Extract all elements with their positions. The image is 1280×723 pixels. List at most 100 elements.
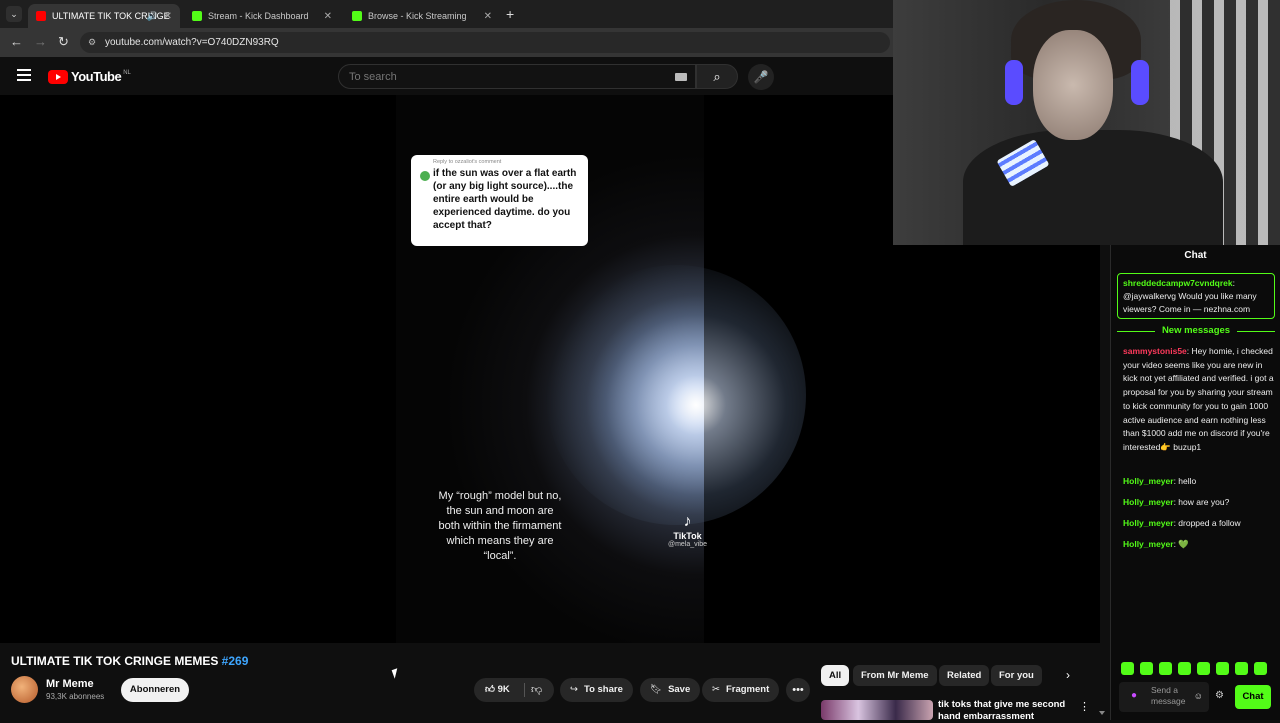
subscribe-button[interactable]: Abonneren [121,678,189,702]
chat-username[interactable]: sammystonis5e [1123,346,1187,356]
close-tab-icon[interactable]: ✕ [164,11,172,22]
emote-icon[interactable] [1197,662,1210,675]
reload-icon[interactable]: ↻ [58,34,69,50]
site-info-icon[interactable]: ⚙ [88,32,96,53]
emote-icon[interactable] [1235,662,1248,675]
thumbs-up-icon: 👍︎ [485,684,495,695]
search-button[interactable]: ⌕ [696,64,738,89]
chevron-right-icon[interactable]: › [1066,668,1070,682]
emoji-picker-icon[interactable]: ☺ [1194,691,1203,702]
channel-name[interactable]: Mr Meme [46,678,104,690]
kick-favicon-icon [352,11,362,21]
new-tab-plus-icon[interactable]: + [506,6,514,22]
tab-search-chevron-icon[interactable]: ⌄ [6,6,22,22]
youtube-play-icon [48,69,68,84]
chat-username[interactable]: shreddedcampw7cvndqrek [1123,278,1233,288]
like-divider [524,683,525,697]
chat-message: sammystonis5e: Hey homie, i checked your… [1123,346,1274,452]
webcam-overlay [893,0,1280,245]
chat-message-text: dropped a follow [1178,518,1241,528]
forward-arrow-icon[interactable]: → [34,34,47,49]
emote-icon[interactable] [1121,662,1134,675]
tab-youtube[interactable]: ULTIMATE TIK TOK CRINGE 🔊 ✕ [28,4,180,28]
share-button[interactable]: ↪ To share [560,678,633,702]
chat-username[interactable]: Holly_meyer [1123,497,1174,507]
hamburger-menu-icon[interactable] [17,69,31,84]
dislike-button[interactable]: 👎︎ [531,678,542,702]
tiktok-label: TikTok [673,531,702,541]
chat-message: Holly_meyer: how are you? [1123,497,1230,507]
search-input[interactable] [339,65,639,88]
like-dislike-group: 👍︎ 9K 👎︎ [474,678,554,702]
youtube-logo[interactable]: YouTube NL [48,69,131,84]
share-arrow-icon: ↪ [570,684,578,695]
chat-username[interactable]: Holly_meyer [1123,518,1174,528]
scissors-icon: ✂ [712,684,720,695]
headphone-left [1005,60,1023,105]
region-code: NL [123,69,131,76]
url-text: youtube.com/watch?v=O740DZN93RQ [105,37,279,48]
tab-kick-dashboard[interactable]: Stream - Kick Dashboard ✕ [184,4,340,28]
streamer-face [1033,30,1113,140]
save-button[interactable]: 🔖︎ Save [640,678,701,702]
voice-search-button[interactable]: 🎤 [748,64,774,90]
microphone-icon[interactable]: ● [1131,690,1137,701]
chat-input-placeholder: Send a message [1151,685,1186,706]
chip-for-you[interactable]: For you [991,665,1042,686]
tab-kick-browse[interactable]: Browse - Kick Streaming ✕ [344,4,500,28]
video-title-text: ULTIMATE TIK TOK CRINGE MEMES [11,654,219,668]
like-button[interactable]: 👍︎ 9K [485,678,510,702]
chip-all[interactable]: All [821,665,850,686]
related-video-thumbnail[interactable] [821,700,933,720]
chat-message: Holly_meyer: 💚 [1123,539,1189,549]
bookmark-icon: 🔖︎ [650,684,663,695]
chip-from-channel[interactable]: From Mr Meme [853,665,937,686]
tiktok-watermark: ♪ TikTok @mela_vibe [668,513,707,548]
chat-message-input[interactable]: ● Send a message ☺ [1119,682,1209,712]
chat-username[interactable]: Holly_meyer [1123,539,1174,549]
chat-message-text: hello [1178,476,1197,486]
hashtag-link[interactable]: #269 [222,654,249,668]
send-chat-button[interactable]: Chat [1235,685,1271,709]
url-field[interactable]: ⚙ youtube.com/watch?v=O740DZN93RQ [80,32,890,53]
more-actions-button[interactable]: ••• [786,678,810,702]
back-arrow-icon[interactable]: ← [10,34,23,49]
youtube-wordmark: YouTube [71,69,122,84]
chat-message-text: @jaywalkervg Would you like many viewers… [1123,291,1257,314]
streamer-body [963,130,1223,245]
keyboard-icon[interactable] [675,73,687,81]
chat-message: Holly_meyer: hello [1123,476,1197,486]
search-icon: ⌕ [713,69,721,84]
comment-text: if the sun was over a flat earth (or any… [433,168,577,231]
commenter-avatar-icon [420,171,430,181]
new-messages-divider: New messages [1117,325,1275,336]
speaker-icon[interactable]: 🔊 [147,11,158,22]
chip-related[interactable]: Related [939,665,990,686]
channel-avatar[interactable] [11,676,38,703]
like-count: 9K [497,684,510,695]
clip-button[interactable]: ✂ Fragment [702,678,780,702]
emote-icon[interactable] [1159,662,1172,675]
related-video-title[interactable]: tik toks that give me second hand embarr… [938,699,1068,723]
globe-image [546,265,806,525]
chat-username[interactable]: Holly_meyer [1123,476,1174,486]
close-tab-icon[interactable]: ✕ [324,11,332,22]
close-tab-icon[interactable]: ✕ [484,11,492,22]
emote-icon[interactable] [1216,662,1229,675]
chat-message-text: how are you? [1178,497,1230,507]
scroll-down-arrow-icon[interactable] [1099,711,1105,715]
emote-icon[interactable] [1178,662,1191,675]
microphone-icon: 🎤 [753,70,769,84]
chat-message-text: Hey homie, i checked your video seems li… [1123,346,1274,452]
kick-favicon-icon [192,11,202,21]
video-title: ULTIMATE TIK TOK CRINGE MEMES #269 [11,654,248,668]
kebab-menu-icon[interactable]: ⋮ [1079,700,1090,713]
headphone-right [1131,60,1149,105]
gear-icon[interactable]: ⚙ [1215,690,1224,701]
tiktok-comment-card: Reply to ozzaliot's comment if the sun w… [411,155,588,246]
save-label: Save [668,684,691,695]
share-label: To share [583,684,623,695]
emote-icon[interactable] [1140,662,1153,675]
emote-icon[interactable] [1254,662,1267,675]
chat-panel: Chat shreddedcampw7cvndqrek: @jaywalkerv… [1110,245,1280,720]
